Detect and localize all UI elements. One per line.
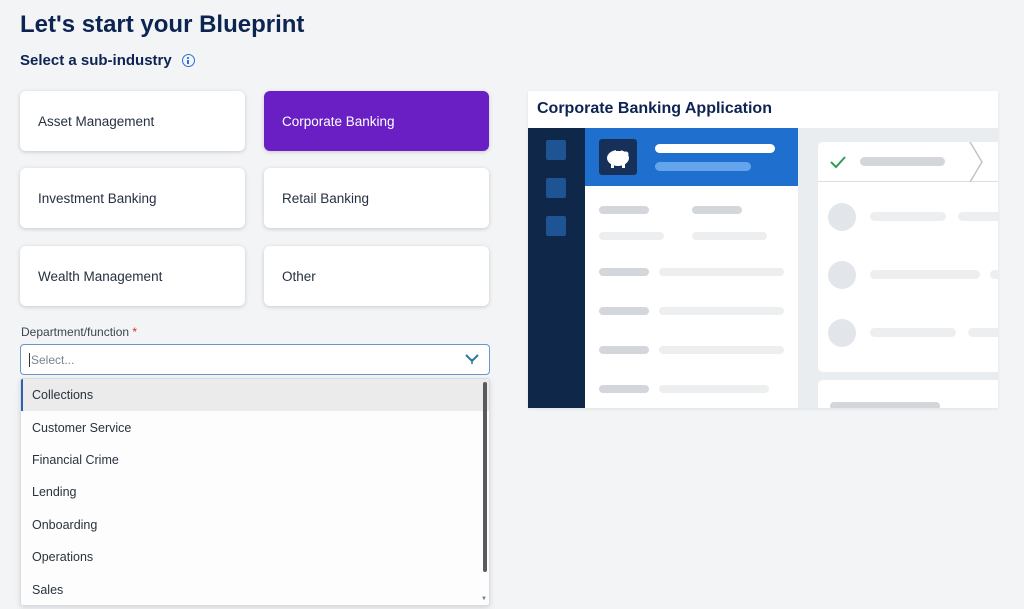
placeholder-bar — [870, 328, 956, 337]
preview-stage-bar — [818, 142, 998, 182]
sub-industry-label: Select a sub-industry — [20, 52, 172, 69]
placeholder-bar — [990, 270, 998, 279]
placeholder-bar — [655, 144, 775, 153]
dropdown-scrollbar[interactable]: ▼ — [481, 382, 487, 602]
option-financial-crime[interactable]: Financial Crime — [21, 444, 489, 476]
sidebar-square-icon — [546, 178, 566, 198]
placeholder-bar — [659, 385, 769, 393]
scroll-down-arrow-icon[interactable]: ▼ — [481, 596, 487, 602]
chevron-right-icon — [969, 142, 983, 182]
placeholder-bar — [860, 157, 945, 166]
tile-retail-banking[interactable]: Retail Banking — [264, 168, 489, 228]
placeholder-bar — [870, 270, 980, 279]
select-placeholder: Select... — [31, 352, 75, 367]
placeholder-bar — [659, 268, 784, 276]
avatar-placeholder — [828, 261, 856, 289]
department-options-list[interactable]: Collections Customer Service Financial C… — [20, 378, 490, 606]
option-customer-service[interactable]: Customer Service — [21, 411, 489, 443]
department-label: Department/function * — [21, 325, 138, 339]
preview-detail-pane — [798, 128, 998, 408]
preview-list-header — [585, 128, 798, 186]
sub-industry-heading: Select a sub-industry — [20, 52, 195, 69]
tile-wealth-management[interactable]: Wealth Management — [20, 246, 245, 306]
placeholder-bar — [870, 212, 946, 221]
chevron-down-icon[interactable] — [465, 353, 479, 365]
placeholder-bar — [968, 328, 998, 337]
scroll-thumb[interactable] — [483, 382, 487, 572]
placeholder-bar — [599, 346, 649, 354]
tile-asset-management[interactable]: Asset Management — [20, 91, 245, 151]
tile-investment-banking[interactable]: Investment Banking — [20, 168, 245, 228]
placeholder-bar — [599, 307, 649, 315]
tile-corporate-banking[interactable]: Corporate Banking — [264, 91, 489, 151]
option-collections[interactable]: Collections — [21, 379, 489, 412]
placeholder-bar — [599, 385, 649, 393]
preview-list-pane — [585, 128, 798, 408]
tile-label: Corporate Banking — [282, 113, 395, 129]
preview-second-card — [818, 380, 998, 408]
sidebar-square-icon — [546, 140, 566, 160]
placeholder-bar — [830, 402, 940, 408]
piggy-bank-icon — [599, 139, 637, 175]
preview-title: Corporate Banking Application — [537, 100, 772, 117]
option-onboarding[interactable]: Onboarding — [21, 509, 489, 541]
option-sales[interactable]: Sales — [21, 573, 489, 605]
placeholder-bar — [659, 307, 784, 315]
sidebar-square-icon — [546, 216, 566, 236]
check-icon — [830, 156, 846, 169]
tile-label: Wealth Management — [38, 268, 163, 284]
text-caret — [29, 352, 30, 367]
option-operations[interactable]: Operations — [21, 541, 489, 573]
tile-label: Asset Management — [38, 113, 155, 129]
placeholder-bar — [599, 232, 664, 240]
placeholder-bar — [655, 162, 751, 171]
department-select[interactable]: Select... — [20, 344, 490, 375]
placeholder-bar — [958, 212, 998, 221]
app-preview: Corporate Banking Application — [528, 91, 998, 408]
placeholder-bar — [692, 206, 742, 214]
info-icon[interactable] — [181, 54, 195, 67]
page-title: Let's start your Blueprint — [20, 11, 305, 38]
placeholder-bar — [599, 206, 649, 214]
required-mark: * — [132, 325, 138, 339]
option-lending[interactable]: Lending — [21, 476, 489, 508]
placeholder-bar — [692, 232, 767, 240]
placeholder-bar — [659, 346, 784, 354]
tile-label: Retail Banking — [282, 190, 370, 206]
avatar-placeholder — [828, 203, 856, 231]
preview-sidebar — [528, 128, 585, 408]
avatar-placeholder — [828, 319, 856, 347]
preview-detail-card — [818, 142, 998, 372]
placeholder-bar — [599, 268, 649, 276]
tile-other[interactable]: Other — [264, 246, 489, 306]
tile-label: Investment Banking — [38, 190, 157, 206]
tile-label: Other — [282, 268, 316, 284]
